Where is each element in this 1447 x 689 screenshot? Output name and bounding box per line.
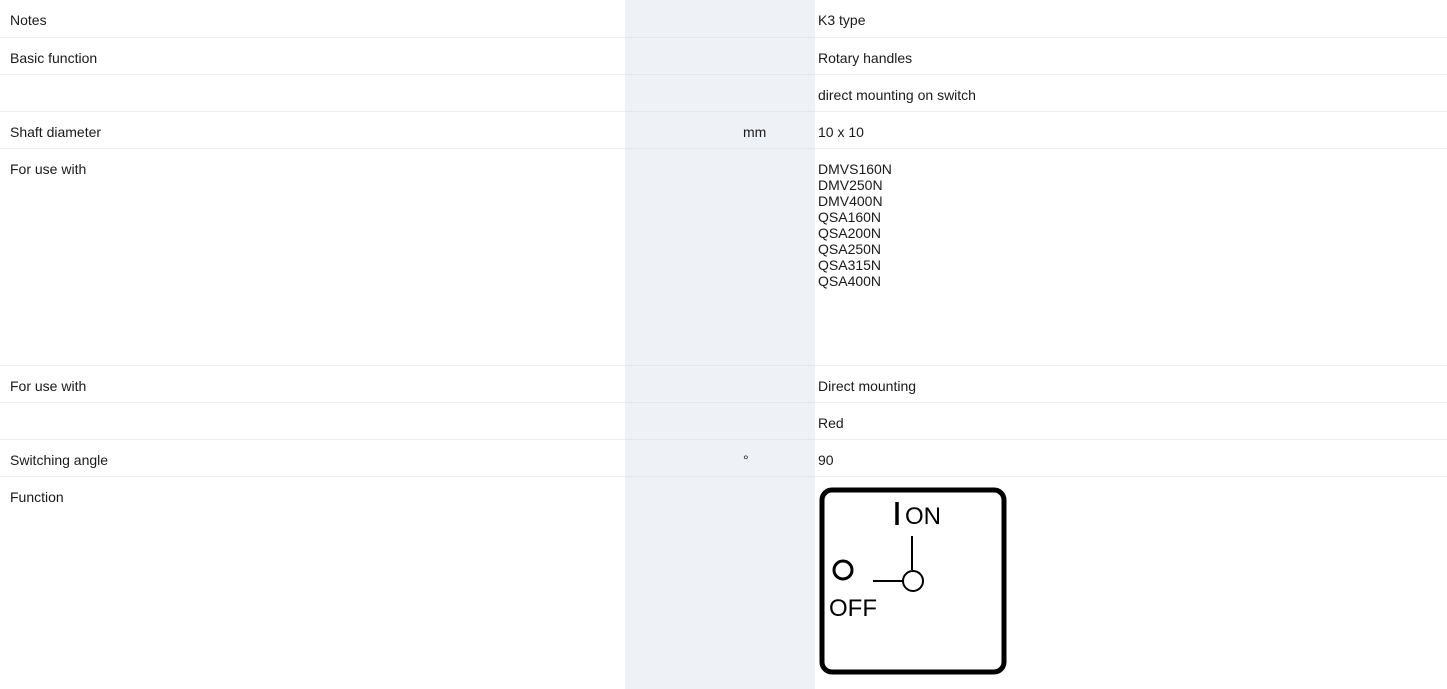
off-label: OFF — [829, 595, 877, 622]
off-indicator-circle — [832, 559, 854, 580]
row-value-list: DMVS160N DMV250N DMV400N QSA160N QSA200N… — [815, 148, 1447, 366]
compatible-model: QSA160N — [818, 208, 882, 225]
table-row: Basic function Rotary handles — [0, 37, 1447, 75]
compatible-model: DMV400N — [818, 192, 883, 209]
row-label — [0, 402, 625, 440]
row-label — [0, 74, 625, 112]
spacer-cell — [625, 148, 739, 366]
function-diagram-cell: ON OFF — [815, 476, 1447, 689]
compatible-model: QSA250N — [818, 240, 882, 257]
row-unit: mm — [739, 111, 815, 149]
compatible-model: DMVS160N — [818, 160, 892, 177]
spacer-cell — [625, 111, 739, 149]
spacer-cell — [625, 402, 739, 440]
row-label: Switching angle — [0, 439, 625, 477]
spec-table: Notes K3 type Basic function Rotary hand… — [0, 0, 1447, 689]
table-row: Shaft diameter mm 10 x 10 — [0, 111, 1447, 149]
row-unit — [739, 74, 815, 112]
spacer-cell — [625, 74, 739, 112]
row-value: direct mounting on switch — [815, 74, 1447, 112]
row-unit — [739, 37, 815, 75]
row-label: Function — [10, 488, 64, 505]
spacer-cell — [625, 0, 739, 38]
compatible-model: QSA400N — [818, 272, 882, 289]
switch-function-diagram: ON OFF — [819, 487, 1007, 674]
row-unit: ° — [739, 439, 815, 477]
spacer-cell — [625, 476, 739, 689]
spacer-cell — [625, 37, 739, 75]
table-row: Switching angle ° 90 — [0, 439, 1447, 477]
table-row: For use with Direct mounting — [0, 365, 1447, 403]
row-label: For use with — [0, 148, 625, 366]
row-unit — [739, 365, 815, 403]
row-unit — [739, 148, 815, 366]
table-row: Notes K3 type — [0, 0, 1447, 38]
pivot-circle — [902, 569, 924, 592]
spacer-cell — [625, 439, 739, 477]
compatible-model: QSA315N — [818, 256, 882, 273]
row-value: Red — [815, 402, 1447, 440]
row-label: Notes — [0, 0, 625, 38]
row-unit — [739, 476, 815, 689]
spacer-cell — [625, 365, 739, 403]
row-value: Direct mounting — [815, 365, 1447, 403]
compatible-model: QSA200N — [818, 224, 882, 241]
row-unit — [739, 402, 815, 440]
row-value: 10 x 10 — [815, 111, 1447, 149]
row-label: For use with — [0, 365, 625, 403]
row-value: Rotary handles — [815, 37, 1447, 75]
table-row: Red — [0, 402, 1447, 440]
on-label: ON — [905, 503, 941, 530]
row-value: 90 — [815, 439, 1447, 477]
table-row: Function ON OFF — [0, 476, 1447, 689]
row-label: Shaft diameter — [0, 111, 625, 149]
table-row: For use with DMVS160N DMV250N DMV400N QS… — [0, 148, 1447, 366]
compatible-model: DMV250N — [818, 176, 883, 193]
row-label: Basic function — [0, 37, 625, 75]
row-unit — [739, 0, 815, 38]
row-value: K3 type — [815, 0, 1447, 38]
table-row: direct mounting on switch — [0, 74, 1447, 112]
